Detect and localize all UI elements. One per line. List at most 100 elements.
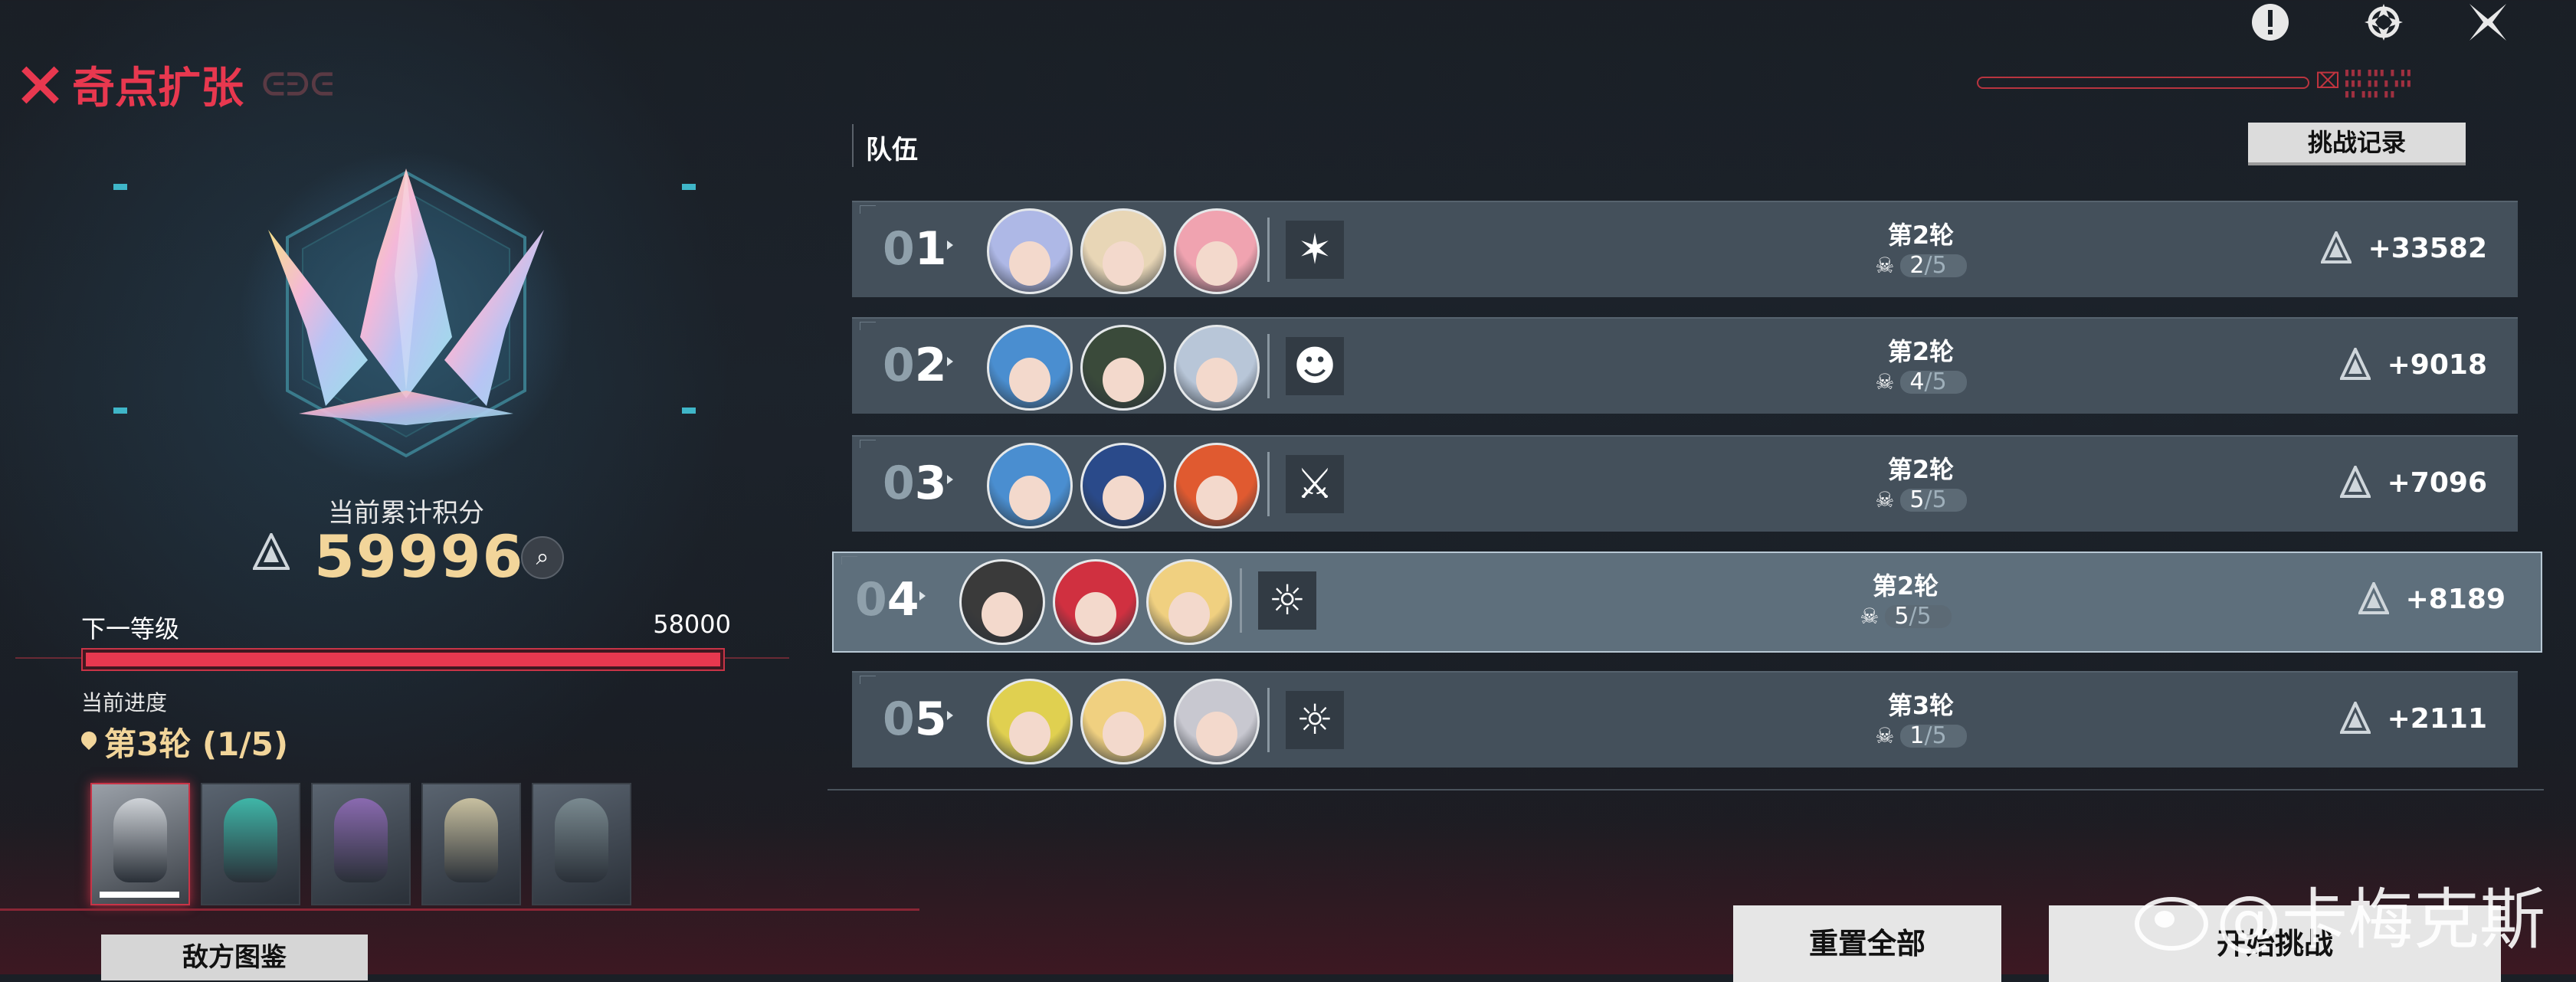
row-score: +9018 (2339, 348, 2487, 381)
team-number-prefix: 0 (855, 573, 887, 627)
team-avatars (987, 679, 1260, 764)
round-label: 第3轮 (1887, 691, 1955, 720)
enemy-portrait[interactable] (311, 783, 411, 905)
character-avatar[interactable] (1080, 443, 1166, 529)
character-avatar[interactable] (1080, 208, 1166, 294)
avatar-face (1196, 241, 1237, 286)
team-row[interactable]: 03 ⚔ 第2轮 ☠ 5/5 +7096 (852, 435, 2518, 532)
team-avatars (987, 325, 1260, 411)
avatar-face (1103, 712, 1144, 756)
stage-current: 5 (1894, 602, 1909, 630)
character-avatar[interactable] (1080, 679, 1166, 764)
row-corner-decoration (860, 676, 876, 684)
character-avatar[interactable] (959, 559, 1045, 645)
character-avatar[interactable] (1174, 208, 1260, 294)
row-score-value: +7096 (2387, 466, 2487, 499)
row-corner-decoration (860, 440, 876, 448)
character-avatar[interactable] (1174, 679, 1260, 764)
avatar-face (1009, 241, 1050, 286)
character-avatar[interactable] (1174, 325, 1260, 411)
round-label: 第2轮 (1872, 571, 1939, 601)
hud-x-icon: ⌧ (2315, 68, 2341, 93)
character-avatar[interactable] (987, 443, 1073, 529)
enemy-portrait[interactable] (421, 783, 521, 905)
avatar-face (1103, 476, 1144, 520)
row-score-value: +8189 (2405, 583, 2506, 615)
stage-progress: ☠ 4/5 (1806, 369, 2036, 394)
page-title: 奇点扩张 ᕮᕭᕮ (18, 54, 335, 116)
round-label: 第2轮 (1887, 337, 1955, 366)
row-score: +8189 (2358, 582, 2506, 616)
enemy-selected-indicator (100, 892, 179, 898)
team-row[interactable]: 02 ☻ 第2轮 ☠ 4/5 +9018 (852, 317, 2518, 414)
character-avatar[interactable] (1080, 325, 1166, 411)
team-row[interactable]: 01 ✶ 第2轮 ☠ 2/5 +33582 (852, 201, 2518, 297)
score-value: 59996 (314, 522, 525, 591)
search-icon[interactable]: ⌕ (521, 536, 564, 579)
avatar-face (1103, 358, 1144, 402)
avatar-face (1075, 592, 1116, 637)
avatar-face (1196, 712, 1237, 756)
avatar-face (1168, 592, 1210, 637)
skull-icon: ☠ (1875, 369, 1895, 394)
avatar-face (1009, 358, 1050, 402)
stage-pill: 5/5 (1885, 602, 1952, 630)
stage-current: 5 (1909, 486, 1925, 513)
enemy-figure (334, 798, 388, 882)
team-number-prefix: 0 (883, 222, 915, 276)
team-label-marker (852, 124, 854, 167)
skull-icon: ☠ (1875, 253, 1895, 278)
stage-progress: ☠ 2/5 (1806, 253, 2036, 278)
stage-pill: 1/5 (1900, 724, 1967, 748)
skull-icon: ☠ (1860, 604, 1880, 629)
team-number: 04 (855, 573, 919, 627)
character-avatar[interactable] (1146, 559, 1232, 645)
next-level-value: 58000 (653, 610, 731, 639)
row-arrow-icon (947, 475, 953, 484)
title-decoration: ᕮᕭᕮ (262, 67, 336, 103)
alert-icon[interactable] (2243, 0, 2297, 44)
avatar-face (1103, 241, 1144, 286)
character-avatar[interactable] (987, 208, 1073, 294)
score-points-icon (251, 531, 291, 571)
hud-line (1977, 77, 2309, 89)
row-score: +2111 (2339, 702, 2487, 735)
enemy-portrait[interactable] (532, 783, 631, 905)
character-avatar[interactable] (987, 325, 1073, 411)
stage-current: 2 (1909, 251, 1925, 279)
stage-pill: 2/5 (1900, 251, 1967, 279)
row-arrow-icon (947, 711, 953, 720)
team-number-prefix: 0 (883, 339, 915, 392)
team-number: 02 (883, 339, 947, 392)
team-number-digit: 5 (914, 692, 947, 746)
team-number: 01 (883, 222, 947, 276)
team-number-digit: 2 (914, 339, 947, 392)
level-progress-fill (86, 653, 720, 666)
crown-emblem-icon[interactable] (2357, 0, 2410, 44)
character-avatar[interactable] (1174, 443, 1260, 529)
reset-all-button[interactable]: 重置全部 (1733, 905, 2001, 982)
progress-value-text: 第3轮 (1/5) (104, 725, 289, 763)
row-score: +7096 (2339, 466, 2487, 499)
divider (0, 908, 919, 911)
location-pin-icon (81, 732, 97, 753)
progress-label: 当前进度 (81, 690, 168, 715)
team-row[interactable]: 04 ☼ 第2轮 ☠ 5/5 +8189 (832, 552, 2542, 653)
watermark-text: @卡梅克斯 (2216, 882, 2545, 958)
close-x-icon[interactable] (2461, 0, 2515, 44)
character-avatar[interactable] (1053, 559, 1139, 645)
row-score: +33582 (2320, 231, 2487, 265)
stage-total: /5 (1909, 602, 1932, 630)
team-row[interactable]: 05 ☼ 第3轮 ☠ 1/5 +2111 (852, 671, 2518, 768)
character-avatar[interactable] (987, 679, 1073, 764)
row-corner-decoration (860, 322, 876, 330)
enemy-figure (113, 798, 167, 882)
enemy-portrait[interactable] (90, 783, 190, 905)
next-level-label: 下一等级 (81, 614, 180, 643)
avatar-face (1009, 712, 1050, 756)
challenge-record-button[interactable]: 挑战记录 (2248, 123, 2466, 165)
team-number: 03 (883, 457, 947, 510)
enemy-portrait[interactable] (201, 783, 300, 905)
stage-progress: ☠ 5/5 (1791, 604, 2020, 629)
enemy-compendium-button[interactable]: 敌方图鉴 (101, 935, 368, 980)
